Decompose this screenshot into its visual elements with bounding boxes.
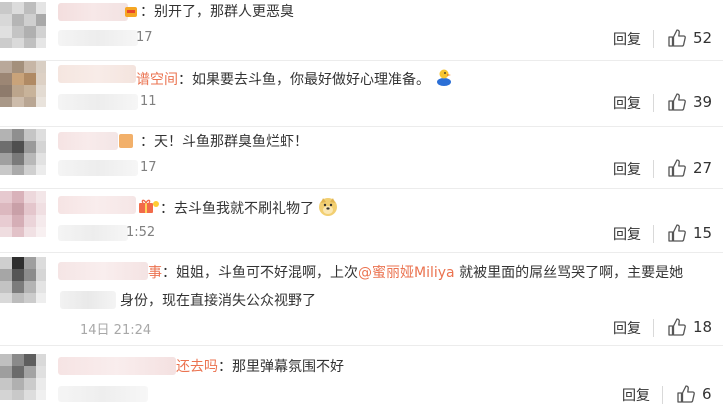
reply-button[interactable]: 回复	[622, 385, 650, 405]
like-count: 27	[693, 159, 713, 177]
thumbs-up-icon[interactable]	[667, 158, 687, 178]
like-count: 18	[693, 318, 713, 336]
comment-text: 事：姐姐，斗鱼可不好混啊，上次@蜜丽娅Miliya 就被里面的屌丝骂哭了啊，主要…	[148, 265, 684, 281]
comment-text: 谱空间：如果要去斗鱼，你最好做好心理准备。	[136, 66, 454, 90]
timestamp-blurred	[58, 30, 138, 46]
comment-item: 谱空间：如果要去斗鱼，你最好做好心理准备。 11 回复 39	[0, 61, 723, 126]
reply-button[interactable]: 回复	[613, 29, 641, 49]
comment-item: ：别开了，那群人更恶臭 17 回复 52	[0, 0, 723, 60]
doge-emoji	[319, 198, 338, 216]
username-blurred[interactable]	[58, 3, 128, 21]
divider	[653, 94, 654, 112]
thumbs-up-icon[interactable]	[667, 317, 687, 337]
avatar[interactable]	[0, 257, 46, 303]
username-blurred[interactable]	[58, 132, 118, 150]
like-count: 15	[693, 224, 713, 242]
divider	[653, 225, 654, 243]
timestamp-blurred	[58, 225, 128, 241]
divider	[653, 160, 654, 178]
like-count: 6	[702, 385, 712, 403]
reply-button[interactable]: 回复	[613, 159, 641, 179]
username[interactable]: 还去吗	[176, 359, 218, 375]
reply-button[interactable]: 回复	[613, 224, 641, 244]
comment-item: 还去吗：那里弹幕氛围不好 回复 6	[0, 346, 723, 407]
timestamp: 17	[136, 30, 153, 45]
avatar[interactable]	[0, 129, 46, 175]
username-blurred[interactable]	[58, 357, 176, 375]
avatar[interactable]	[0, 2, 46, 48]
rubber-duck-emoji	[437, 69, 452, 86]
avatar[interactable]	[0, 354, 46, 400]
username[interactable]: 事	[148, 265, 162, 281]
username-blurred[interactable]	[58, 262, 148, 280]
like-count: 39	[693, 93, 713, 111]
timestamp: 1:52	[126, 225, 156, 240]
reply-button[interactable]: 回复	[613, 93, 641, 113]
reply-button[interactable]: 回复	[613, 318, 641, 338]
timestamp: 17	[140, 160, 157, 175]
comment-text-line2: 身份，现在直接消失公众视野了	[120, 293, 316, 309]
timestamp: 11	[140, 94, 157, 109]
comment-text: ：别开了，那群人更恶臭	[140, 4, 294, 20]
divider	[653, 319, 654, 337]
avatar[interactable]	[0, 61, 46, 107]
username[interactable]: 谱空间	[136, 72, 178, 88]
username-blurred[interactable]	[58, 65, 136, 83]
thumbs-up-icon[interactable]	[667, 28, 687, 48]
comment-text: 还去吗：那里弹幕氛围不好	[176, 359, 344, 375]
gift-badge-icon	[138, 198, 160, 218]
comment-item: ：去斗鱼我就不刷礼物了 1:52 回复 15	[0, 189, 723, 252]
username-blurred[interactable]	[58, 196, 136, 214]
comment-text: ：去斗鱼我就不刷礼物了	[160, 197, 338, 219]
comment-item: ：天！斗鱼那群臭鱼烂虾！ 17 回复 27	[0, 127, 723, 188]
divider	[653, 30, 654, 48]
level-badge-icon	[119, 134, 133, 148]
thumbs-up-icon[interactable]	[667, 92, 687, 112]
comment-text: ：天！斗鱼那群臭鱼烂虾！	[140, 134, 308, 150]
thumbs-up-icon[interactable]	[667, 223, 687, 243]
vip-badge-icon	[124, 4, 138, 23]
timestamp-blurred	[58, 160, 138, 176]
timestamp-blurred	[58, 94, 138, 110]
timestamp-blurred	[58, 386, 148, 402]
like-count: 52	[693, 29, 713, 47]
comment-item: 事：姐姐，斗鱼可不好混啊，上次@蜜丽娅Miliya 就被里面的屌丝骂哭了啊，主要…	[0, 253, 723, 345]
mention-link[interactable]: @蜜丽娅Miliya	[358, 265, 455, 281]
thumbs-up-icon[interactable]	[676, 384, 696, 404]
divider	[662, 386, 663, 404]
avatar[interactable]	[0, 191, 46, 237]
text-blurred	[60, 291, 116, 309]
timestamp: 14日 21:24	[80, 323, 152, 338]
